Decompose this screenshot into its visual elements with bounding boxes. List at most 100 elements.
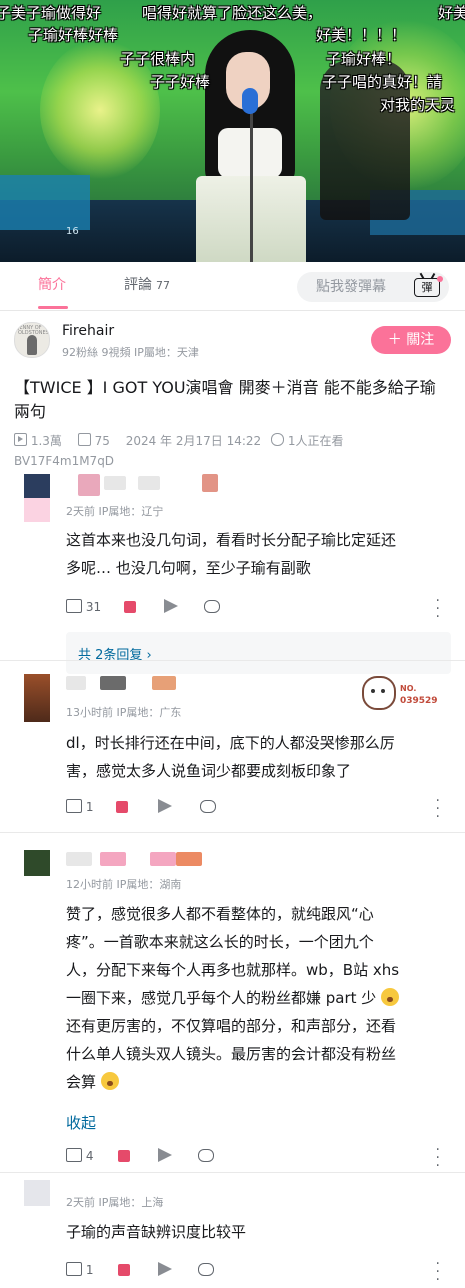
comment-line: 这首本来也没几句词，看看时长分配子瑜比定延还 bbox=[66, 531, 397, 549]
fans-count: 92粉絲 bbox=[62, 346, 98, 359]
username-redacted bbox=[66, 676, 86, 690]
tab-bar: 簡介 評論 77 點我發彈幕 彈 bbox=[0, 262, 465, 311]
more-options-icon[interactable]: · · · bbox=[436, 1257, 440, 1287]
like-button[interactable]: 31 bbox=[66, 597, 101, 617]
avatar[interactable] bbox=[24, 674, 50, 722]
divider bbox=[0, 660, 465, 661]
comment-line: 多呢… 也没几句啊，至少子瑜有副歌 bbox=[66, 559, 311, 577]
follow-button[interactable]: ＋ 關注 bbox=[371, 326, 451, 354]
badge-number: 039529 bbox=[400, 696, 438, 706]
play-count-icon bbox=[14, 433, 27, 446]
video-player[interactable]: 16 子美子瑜做得好 唱得好就算了脸还这么美， 好美 子瑜好棒好棒 好美！！！！… bbox=[0, 0, 465, 262]
reply-button[interactable] bbox=[204, 597, 220, 617]
comment-actions: 31 · · · bbox=[66, 594, 456, 624]
thumb-down-icon bbox=[118, 1150, 130, 1162]
share-button[interactable] bbox=[158, 1146, 172, 1166]
share-icon bbox=[158, 799, 172, 813]
share-button[interactable] bbox=[158, 1260, 172, 1280]
uploader-avatar[interactable]: JENNY OF OLDSTONES bbox=[14, 322, 50, 358]
danmaku-count: 75 bbox=[94, 434, 110, 448]
comment-line: 人，分配下来每个人再多也就那样。wb，B站 xhs bbox=[66, 961, 400, 979]
username-redacted bbox=[66, 852, 92, 866]
username-redacted bbox=[138, 476, 160, 490]
thumb-down-icon bbox=[124, 601, 136, 613]
danmaku-comment: 子美子瑜做得好 bbox=[0, 4, 102, 22]
like-count: 4 bbox=[85, 1149, 94, 1163]
like-button[interactable]: 1 bbox=[66, 1260, 93, 1280]
username-redacted bbox=[176, 852, 202, 866]
tab-comments-label: 評論 bbox=[124, 277, 152, 293]
danmaku-tv-icon: 彈 bbox=[414, 278, 440, 297]
comment-line: 赞了，感觉很多人都不看整体的，就纯跟风“心 bbox=[66, 905, 374, 923]
replies-box[interactable]: 共 2条回复 › bbox=[66, 632, 451, 674]
reply-icon bbox=[204, 600, 220, 613]
comment-line: 害，感觉太多人说鱼词少都要成刻板印象了 bbox=[66, 762, 352, 780]
danmaku-comment: 好美！！！！ bbox=[316, 26, 407, 44]
reply-icon bbox=[200, 800, 216, 813]
comment-text: 这首本来也没几句词，看看时长分配子瑜比定延还 多呢… 也没几句啊，至少子瑜有副歌 bbox=[66, 526, 448, 582]
avatar bbox=[24, 498, 50, 522]
yawn-emoji-icon bbox=[381, 988, 400, 1006]
comment-line: 疼”。一首歌本来就这么长的时长，一个团九个 bbox=[66, 933, 374, 951]
more-options-icon[interactable]: · · · bbox=[436, 1143, 440, 1173]
divider bbox=[0, 832, 465, 833]
reply-button[interactable] bbox=[198, 1260, 214, 1280]
thumb-down-icon bbox=[118, 1264, 130, 1276]
comments-count: 77 bbox=[156, 279, 170, 292]
avatar[interactable] bbox=[24, 850, 50, 876]
share-button[interactable] bbox=[158, 797, 172, 817]
uploader-ip: IP屬地：天津 bbox=[134, 346, 199, 359]
comment-text: 赞了，感觉很多人都不看整体的，就纯跟风“心 疼”。一首歌本来就这么长的时长，一个… bbox=[66, 900, 448, 1096]
publish-date: 2024 年 2月17日 14:22 bbox=[125, 434, 262, 448]
comment-line: 什么单人镜头双人镜头。最厉害的会计都没有粉丝 bbox=[66, 1045, 397, 1063]
reply-button[interactable] bbox=[198, 1146, 214, 1166]
badge-label: NO. bbox=[400, 684, 417, 693]
reply-button[interactable] bbox=[200, 797, 216, 817]
dislike-button[interactable] bbox=[118, 1146, 130, 1166]
dislike-button[interactable] bbox=[116, 797, 128, 817]
username-redacted bbox=[100, 852, 126, 866]
danmaku-toggle-button[interactable]: 彈 bbox=[405, 272, 449, 302]
comment-line: 还有更厉害的，不仅算唱的部分，和声部分，还看 bbox=[66, 1017, 397, 1035]
bvid: BV17F4m1M7qD bbox=[14, 454, 115, 468]
danmaku-comment: 子子很棒内 bbox=[120, 50, 196, 68]
like-button[interactable]: 1 bbox=[66, 797, 93, 817]
collapse-link[interactable]: 收起 bbox=[66, 1112, 96, 1133]
avatar[interactable] bbox=[24, 1180, 50, 1206]
thumb-up-icon bbox=[66, 599, 82, 613]
view-count: 1.3萬 bbox=[30, 434, 62, 448]
videos-count: 9視頻 bbox=[101, 346, 131, 359]
dislike-button[interactable] bbox=[124, 597, 136, 617]
thumb-up-icon bbox=[66, 1148, 82, 1162]
username-redacted bbox=[150, 852, 176, 866]
tab-intro[interactable]: 簡介 bbox=[38, 274, 66, 294]
status-dot bbox=[437, 276, 443, 282]
share-icon bbox=[158, 1262, 172, 1276]
uploader-name[interactable]: Firehair bbox=[62, 323, 114, 339]
more-options-icon[interactable]: · · · bbox=[436, 794, 440, 824]
video-title: 【TWICE 】I GOT YOU演唱會 開麥＋消音 能不能多給子瑜兩句 bbox=[14, 378, 436, 421]
active-tab-indicator bbox=[38, 306, 68, 309]
tab-comments[interactable]: 評論 77 bbox=[124, 274, 170, 294]
danmaku-comment: 好美 bbox=[438, 4, 465, 22]
danmaku-input[interactable]: 點我發彈幕 bbox=[297, 272, 405, 302]
danmaku-comment: 对我的天灵 bbox=[380, 96, 456, 114]
dislike-button[interactable] bbox=[118, 1260, 130, 1280]
danmaku-comment: 子子好棒 bbox=[150, 73, 211, 91]
username-redacted bbox=[104, 476, 126, 490]
avatar[interactable] bbox=[24, 474, 50, 500]
yawn-emoji-icon bbox=[100, 1072, 119, 1090]
bear-icon bbox=[362, 676, 396, 710]
thumb-up-icon bbox=[66, 1262, 82, 1276]
like-button[interactable]: 4 bbox=[66, 1146, 93, 1166]
like-count: 1 bbox=[85, 800, 94, 814]
stage-number: 16 bbox=[66, 226, 79, 237]
mic-stand bbox=[250, 95, 253, 262]
comment-line: dl，时长排行还在中间，底下的人都没哭惨那么厉 bbox=[66, 734, 395, 752]
comment-actions: 1 · · · bbox=[66, 1257, 456, 1287]
share-button[interactable] bbox=[164, 597, 178, 617]
microphone bbox=[242, 88, 258, 114]
share-icon bbox=[164, 599, 178, 613]
more-options-icon[interactable]: · · · bbox=[436, 594, 440, 624]
comment-actions: 4 · · · bbox=[66, 1143, 456, 1173]
